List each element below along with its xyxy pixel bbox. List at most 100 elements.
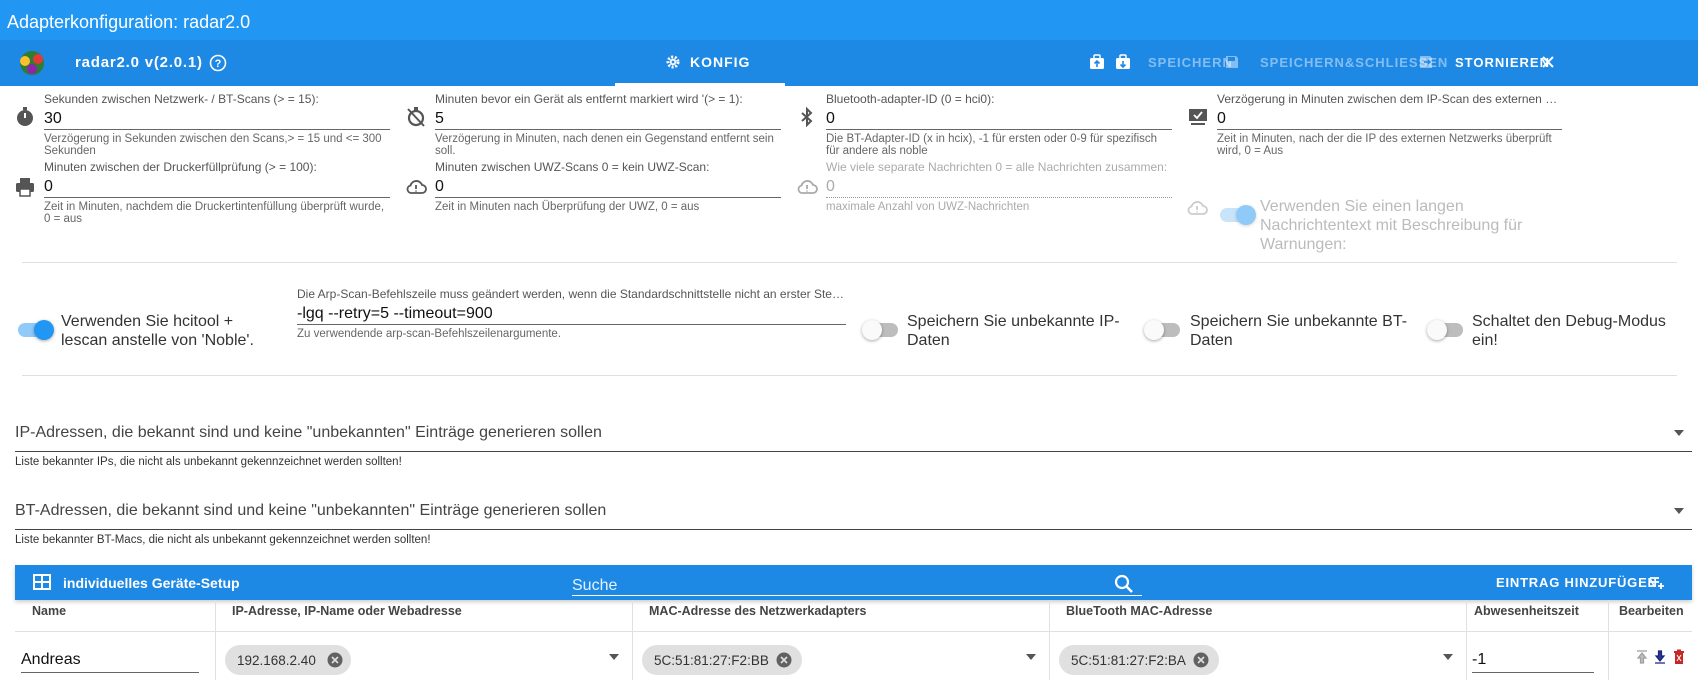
toggle-knob — [1427, 320, 1447, 340]
bt-chip: 5C:51:81:27:F2:BA — [1059, 645, 1219, 675]
uwz-messages-input[interactable]: 0 — [826, 176, 1172, 198]
toolbar: radar2.0 v(2.0.1) ? KONFIG SPEICHERN SPE… — [0, 40, 1698, 86]
timer-off-icon — [407, 107, 425, 127]
cloud-alert-icon — [797, 180, 818, 194]
col-header-ip: IP-Adresse, IP-Name oder Webadresse — [232, 604, 462, 618]
arp-cmd-help: Zu verwendende arp-scan-Befehlszeilenarg… — [297, 328, 562, 340]
remove-minutes-field: Minuten bevor ein Gerät als entfernt mar… — [407, 92, 781, 157]
chevron-down-icon[interactable] — [1443, 654, 1453, 660]
save-icon — [1226, 56, 1238, 68]
mac-chip-label: 5C:51:81:27:F2:BB — [654, 653, 769, 668]
remove-chip-icon[interactable] — [327, 652, 343, 668]
scan-seconds-label: Sekunden zwischen Netzwerk- / BT-Scans (… — [44, 92, 319, 106]
help-icon[interactable]: ? — [209, 54, 227, 72]
unknown-bt-toggle[interactable] — [1144, 320, 1180, 340]
chevron-down-icon — [1674, 430, 1684, 436]
adapter-logo-icon — [20, 51, 44, 75]
playlist-add-icon[interactable] — [1649, 575, 1665, 589]
column-separator — [215, 600, 216, 680]
hcitool-toggle[interactable] — [18, 320, 54, 340]
arp-cmd-input[interactable]: -lgq --retry=5 --timeout=900 — [297, 303, 846, 325]
bt-adapter-label: Bluetooth-adapter-ID (0 = hci0): — [826, 92, 995, 106]
save-button[interactable]: SPEICHERN — [1148, 55, 1233, 70]
close-icon[interactable] — [1540, 54, 1556, 70]
save-close-icon — [1420, 56, 1432, 68]
col-header-bt: BlueTooth MAC-Adresse — [1066, 604, 1213, 618]
printer-minutes-input[interactable]: 0 — [44, 176, 390, 198]
uwz-minutes-help: Zeit in Minuten nach Überprüfung der UWZ… — [435, 201, 700, 213]
search-icon[interactable] — [1114, 574, 1134, 594]
chevron-down-icon[interactable] — [609, 654, 619, 660]
uwz-minutes-label: Minuten zwischen UWZ-Scans 0 = kein UWZ-… — [435, 160, 710, 174]
move-up-icon[interactable] — [1636, 649, 1648, 665]
cancel-button[interactable]: STORNIEREN — [1455, 55, 1550, 70]
svg-text:?: ? — [215, 58, 222, 70]
toggle-knob — [1144, 320, 1164, 340]
uwz-minutes-field: Minuten zwischen UWZ-Scans 0 = kein UWZ-… — [406, 160, 781, 214]
known-bt-label: BT-Adressen, die bekannt sind und keine … — [15, 502, 607, 519]
col-header-name: Name — [32, 604, 67, 618]
toggle-knob — [862, 320, 882, 340]
tab-config-label: KONFIG — [690, 54, 751, 70]
window-title: Adapterkonfiguration: radar2.0 — [0, 0, 1698, 40]
ip-chip: 192.168.2.40 — [225, 645, 351, 675]
add-entry-button[interactable]: EINTRAG HINZUFÜGEN — [1496, 575, 1658, 590]
row-name-input[interactable]: Andreas — [21, 651, 199, 673]
table-icon — [33, 574, 51, 590]
long-message-label: Verwenden Sie einen langen Nachrichtente… — [1260, 198, 1523, 253]
ip-chip-label: 192.168.2.40 — [237, 653, 316, 668]
devices-table-header: individuelles Geräte-Setup Suche EINTRAG… — [15, 565, 1692, 600]
search-input[interactable]: Suche — [572, 573, 1142, 596]
remove-chip-icon[interactable] — [776, 652, 792, 668]
known-ips-label: IP-Adressen, die bekannt sind und keine … — [15, 424, 602, 441]
remove-minutes-label: Minuten bevor ein Gerät als entfernt mar… — [435, 92, 743, 106]
section-divider — [22, 262, 1677, 263]
long-message-toggle[interactable] — [1220, 205, 1256, 225]
known-bt-select[interactable]: BT-Adressen, die bekannt sind und keine … — [15, 490, 1692, 530]
uwz-messages-help: maximale Anzahl von UWZ-Nachrichten — [826, 201, 1030, 213]
column-separator — [1049, 600, 1050, 680]
tab-config[interactable]: KONFIG — [615, 40, 785, 86]
arp-cmd-field: Die Arp-Scan-Befehlszeile muss geändert … — [297, 287, 846, 341]
column-separator — [632, 600, 633, 680]
ext-ip-delay-field: Verzögerung in Minuten zwischen dem IP-S… — [1189, 92, 1562, 157]
row-absence-input[interactable]: -1 — [1472, 651, 1594, 673]
header-row-divider — [15, 631, 1692, 632]
bt-adapter-input[interactable]: 0 — [826, 108, 1172, 130]
adapter-name: radar2.0 v(2.0.1) — [75, 54, 203, 71]
hcitool-label: Verwenden Sie hcitool + lescan anstelle … — [61, 313, 254, 349]
bt-adapter-field: Bluetooth-adapter-ID (0 = hci0): 0 Die B… — [801, 92, 1172, 157]
toggle-knob — [34, 320, 54, 340]
column-separator — [1466, 600, 1467, 680]
scan-seconds-field: Sekunden zwischen Netzwerk- / BT-Scans (… — [17, 92, 390, 157]
ext-ip-delay-help: Zeit in Minuten, nach der die IP des ext… — [1217, 133, 1552, 157]
printer-minutes-label: Minuten zwischen der Druckerfüllprüfung … — [44, 160, 317, 174]
ext-ip-delay-input[interactable]: 0 — [1217, 108, 1562, 130]
unknown-ip-label: Speichern Sie unbekannte IP-Daten — [907, 313, 1120, 349]
section-divider — [22, 375, 1677, 376]
timer-icon — [17, 107, 33, 126]
scan-seconds-input[interactable]: 30 — [44, 108, 390, 130]
printer-minutes-field: Minuten zwischen der Druckerfüllprüfung … — [16, 160, 390, 225]
debug-label: Schaltet den Debug-Modus ein! — [1472, 313, 1666, 349]
delete-icon[interactable] — [1673, 649, 1685, 665]
upload-config-icon[interactable] — [1089, 54, 1105, 70]
unknown-ip-toggle[interactable] — [862, 320, 898, 340]
gear-icon — [666, 55, 680, 69]
printer-minutes-help: Zeit in Minuten, nachdem die Druckertint… — [44, 201, 385, 225]
printer-icon — [16, 178, 34, 197]
download-config-icon[interactable] — [1115, 54, 1131, 70]
known-ips-select[interactable]: IP-Adressen, die bekannt sind und keine … — [15, 412, 1692, 452]
uwz-messages-field: Wie viele separate Nachrichten 0 = alle … — [797, 160, 1172, 214]
known-bt-help: Liste bekannter BT-Macs, die nicht als u… — [15, 534, 431, 546]
chevron-down-icon[interactable] — [1026, 654, 1036, 660]
debug-toggle[interactable] — [1427, 320, 1463, 340]
remove-chip-icon[interactable] — [1193, 652, 1209, 668]
uwz-minutes-input[interactable]: 0 — [435, 176, 781, 198]
bt-adapter-help: Die BT-Adapter-ID (x in hcix), -1 für er… — [826, 133, 1158, 157]
remove-minutes-help: Verzögerung in Minuten, nach denen ein G… — [435, 133, 774, 157]
move-down-icon[interactable] — [1654, 649, 1666, 665]
remove-minutes-input[interactable]: 5 — [435, 108, 781, 130]
known-ips-help: Liste bekannter IPs, die nicht als unbek… — [15, 456, 402, 468]
cloud-alert-icon — [406, 180, 427, 194]
